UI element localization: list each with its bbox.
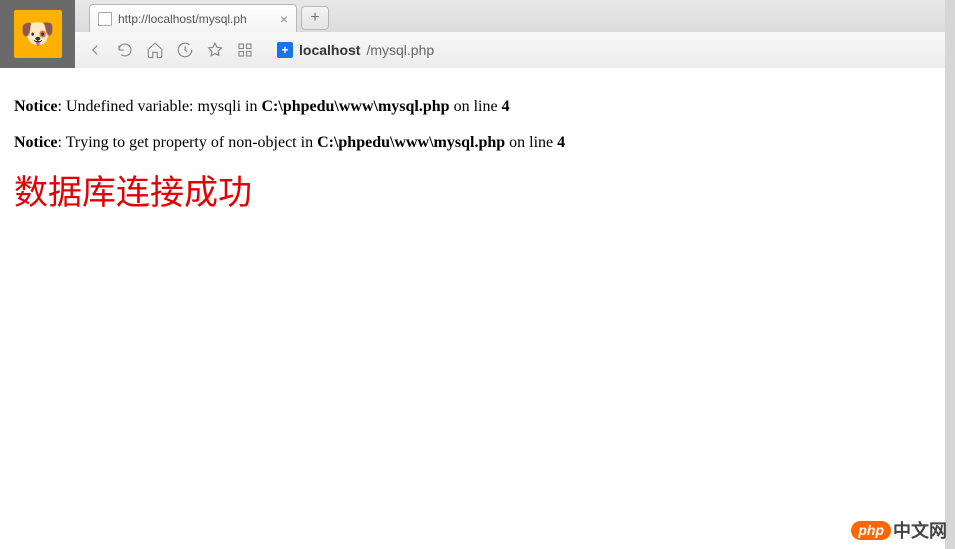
watermark-badge: php	[851, 521, 891, 540]
php-notice: Notice: Trying to get property of non-ob…	[14, 132, 941, 154]
page-content: Notice: Undefined variable: mysqli in C:…	[0, 68, 955, 549]
sidebar-avatar-panel: 🐶	[0, 0, 75, 68]
watermark: php 中文网	[851, 517, 947, 543]
reload-icon[interactable]	[115, 40, 135, 60]
page-icon	[98, 12, 112, 26]
tab-strip: http://localhost/mysql.ph × +	[75, 0, 955, 32]
notice-sep: :	[58, 98, 66, 115]
notice-file: C:\phpedu\www\mysql.php	[262, 98, 450, 115]
url-host: localhost	[299, 42, 360, 58]
notice-line-number: 4	[557, 134, 565, 151]
success-heading: 数据库连接成功	[14, 171, 941, 217]
toolbar: + localhost/mysql.php	[75, 32, 955, 68]
url-path: /mysql.php	[366, 42, 434, 58]
notice-label: Notice	[14, 134, 58, 151]
grid-icon[interactable]	[235, 40, 255, 60]
notice-online: on line	[450, 98, 502, 115]
address-bar[interactable]: + localhost/mysql.php	[269, 37, 442, 63]
back-icon[interactable]	[85, 40, 105, 60]
app-avatar: 🐶	[14, 10, 62, 58]
notice-line-number: 4	[502, 98, 510, 115]
notice-online: on line	[505, 134, 557, 151]
site-favicon: +	[277, 42, 293, 58]
notice-label: Notice	[14, 98, 58, 115]
browser-chrome: http://localhost/mysql.ph × + + localhos…	[75, 0, 955, 68]
scrollbar-track[interactable]	[945, 0, 955, 549]
new-tab-button[interactable]: +	[301, 6, 329, 30]
home-icon[interactable]	[145, 40, 165, 60]
tab-close-icon[interactable]: ×	[280, 12, 288, 26]
notice-message: Trying to get property of non-object in	[66, 134, 317, 151]
star-icon[interactable]	[205, 40, 225, 60]
tab-title: http://localhost/mysql.ph	[118, 12, 247, 26]
history-icon[interactable]	[175, 40, 195, 60]
notice-message: Undefined variable: mysqli in	[66, 98, 262, 115]
notice-file: C:\phpedu\www\mysql.php	[317, 134, 505, 151]
notice-sep: :	[58, 134, 66, 151]
php-notice: Notice: Undefined variable: mysqli in C:…	[14, 96, 941, 118]
watermark-text: 中文网	[893, 517, 947, 543]
browser-tab[interactable]: http://localhost/mysql.ph ×	[89, 4, 297, 32]
